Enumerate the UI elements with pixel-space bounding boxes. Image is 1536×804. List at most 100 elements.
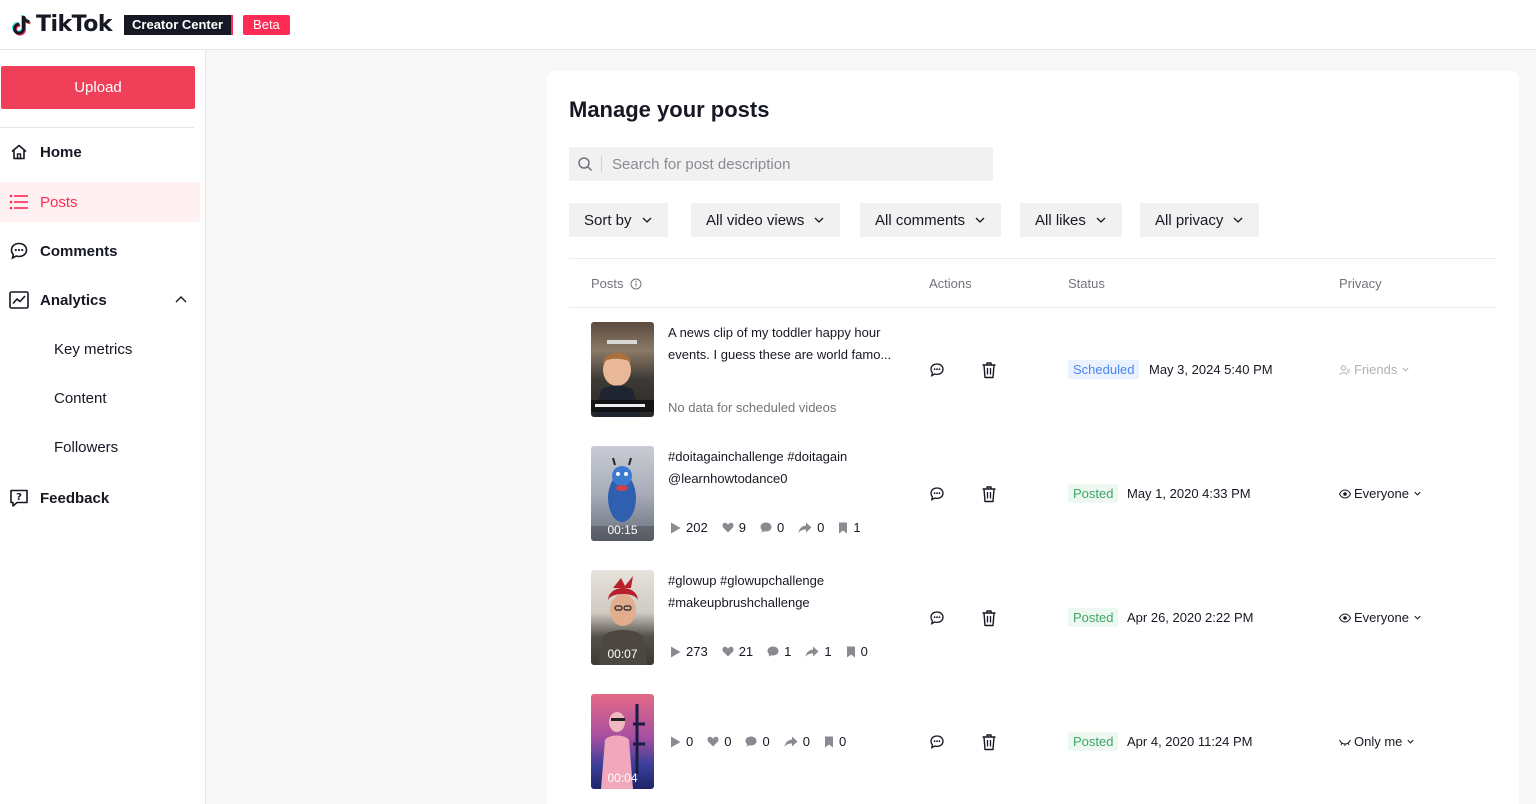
- saves-stat: 1: [838, 520, 861, 535]
- chevron-down-icon: [1402, 367, 1409, 372]
- video-thumbnail[interactable]: [591, 322, 654, 417]
- search-input[interactable]: [612, 155, 972, 173]
- comment-action-icon[interactable]: [929, 486, 945, 502]
- description-line: events. I guess these are world famo...: [668, 347, 892, 362]
- thumbnail-image: [591, 340, 654, 417]
- sidebar-item-comments[interactable]: Comments: [0, 231, 200, 271]
- shares-stat: 0: [798, 520, 824, 535]
- video-thumbnail[interactable]: 00:07: [591, 570, 654, 665]
- filter-label: All comments: [875, 211, 966, 229]
- sidebar-item-home[interactable]: Home: [0, 132, 200, 172]
- search-bar[interactable]: [569, 147, 993, 181]
- comments-count: 0: [776, 520, 785, 535]
- chevron-down-icon: [814, 217, 824, 223]
- sidebar-subitem-key-metrics[interactable]: Key metrics: [54, 341, 132, 358]
- search-separator: [601, 156, 602, 172]
- brand-name: TikTok: [36, 12, 113, 37]
- likes-count: 9: [738, 520, 746, 535]
- sidebar-item-posts[interactable]: Posts: [0, 182, 200, 222]
- delete-icon[interactable]: [981, 733, 997, 751]
- delete-icon[interactable]: [981, 485, 997, 503]
- table-row: 00:04 0 0 0 0 0 Posted Apr 4, 2020 11:24…: [547, 680, 1519, 804]
- description-line: @learnhowtodance0: [668, 471, 788, 486]
- status-badge: Scheduled: [1068, 360, 1140, 379]
- table-row: A news clip of my toddler happy hour eve…: [547, 308, 1519, 432]
- column-header-actions: Actions: [929, 276, 972, 291]
- privacy-selector[interactable]: Everyone: [1339, 486, 1425, 501]
- tiktok-note-icon: [11, 14, 31, 36]
- comment-action-icon[interactable]: [929, 610, 945, 626]
- privacy-selector[interactable]: Everyone: [1339, 610, 1425, 625]
- filter-label: All video views: [706, 211, 805, 229]
- likes-dropdown[interactable]: All likes: [1020, 203, 1122, 237]
- post-description: A news clip of my toddler happy hour eve…: [668, 322, 898, 366]
- post-stats: 202 9 0 0 1: [670, 520, 875, 535]
- comments-count: 0: [762, 734, 770, 749]
- chevron-up-icon[interactable]: [174, 292, 188, 306]
- home-icon: [9, 142, 29, 162]
- filter-label: All likes: [1035, 211, 1086, 229]
- comment-action-icon[interactable]: [929, 734, 945, 750]
- post-description: #doitagainchallenge #doitagain @learnhow…: [668, 446, 898, 490]
- bookmark-icon: [839, 522, 848, 533]
- tiktok-logo[interactable]: TikTok: [9, 12, 113, 37]
- privacy-dropdown[interactable]: All privacy: [1140, 203, 1260, 237]
- search-icon: [578, 157, 593, 172]
- delete-icon[interactable]: [981, 609, 997, 627]
- sidebar-divider: [0, 127, 194, 128]
- views-stat: 202: [670, 520, 708, 535]
- comments-dropdown[interactable]: All comments: [860, 203, 1002, 237]
- privacy-selector[interactable]: Only me: [1339, 734, 1418, 749]
- chevron-down-icon: [1407, 739, 1414, 744]
- delete-icon[interactable]: [981, 361, 997, 379]
- column-header-privacy: Privacy: [1339, 276, 1382, 291]
- views-count: 273: [686, 644, 708, 659]
- heart-icon: [722, 522, 734, 533]
- comment-bubble-icon: [745, 736, 757, 747]
- column-label: Posts: [591, 276, 624, 291]
- status-badge: Posted: [1068, 732, 1119, 751]
- shares-count: 0: [817, 520, 825, 535]
- top-header: TikTok Creator Center Beta: [0, 0, 1536, 50]
- saves-count: 0: [838, 734, 847, 749]
- svg-text:?: ?: [16, 492, 22, 503]
- privacy-selector[interactable]: Friends: [1339, 362, 1413, 377]
- sidebar-item-label: Posts: [40, 193, 78, 211]
- bookmark-icon: [846, 646, 855, 657]
- video-views-dropdown[interactable]: All video views: [691, 203, 841, 237]
- comment-icon: [9, 241, 29, 261]
- shares-count: 1: [824, 644, 832, 659]
- info-icon[interactable]: [630, 278, 642, 290]
- post-description: #glowup #glowupchallenge #makeupbrushcha…: [668, 570, 898, 614]
- heart-icon: [722, 646, 734, 657]
- video-thumbnail[interactable]: 00:15: [591, 446, 654, 541]
- sidebar-subitem-content[interactable]: Content: [54, 390, 107, 407]
- sidebar-item-feedback[interactable]: ? Feedback: [0, 478, 200, 518]
- saves-stat: 0: [824, 734, 846, 749]
- sidebar-item-analytics[interactable]: Analytics: [0, 280, 200, 320]
- comments-stat: 0: [745, 734, 770, 749]
- sidebar-subitem-followers[interactable]: Followers: [54, 439, 118, 456]
- eye-icon: [1339, 488, 1351, 499]
- upload-button[interactable]: Upload: [1, 66, 195, 109]
- status-badge: Posted: [1068, 484, 1119, 503]
- filter-label: Sort by: [584, 211, 632, 229]
- chevron-down-icon: [975, 217, 985, 223]
- video-thumbnail[interactable]: 00:04: [591, 694, 654, 789]
- sidebar-item-label: Feedback: [40, 489, 110, 507]
- likes-stat: 9: [722, 520, 746, 535]
- sidebar: Upload Home Posts Comments Analytics Key…: [0, 50, 206, 804]
- share-icon: [784, 736, 798, 747]
- play-icon: [671, 522, 681, 533]
- eye-icon: [1339, 612, 1351, 623]
- post-stats: 273 21 1 1 0: [670, 644, 882, 659]
- sort-by-dropdown[interactable]: Sort by: [569, 203, 668, 237]
- views-stat: 0: [670, 734, 693, 749]
- beta-badge: Beta: [243, 14, 290, 35]
- comment-action-icon[interactable]: [929, 362, 945, 378]
- feedback-icon: ?: [9, 488, 29, 508]
- comment-bubble-icon: [760, 522, 772, 533]
- table-divider: [569, 258, 1497, 259]
- chevron-down-icon: [1414, 491, 1421, 496]
- likes-count: 21: [738, 644, 754, 659]
